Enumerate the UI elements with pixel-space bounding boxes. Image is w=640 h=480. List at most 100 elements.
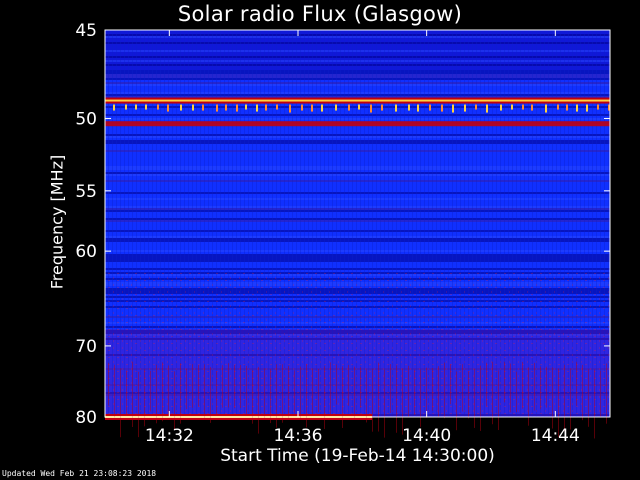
striation-mark bbox=[534, 362, 535, 411]
burst-mark bbox=[202, 104, 204, 111]
striation-mark bbox=[216, 371, 217, 414]
striation-mark bbox=[594, 369, 595, 439]
striation-mark bbox=[468, 371, 469, 419]
feature-line-1 bbox=[105, 121, 610, 127]
striation-mark bbox=[222, 365, 223, 408]
striation-mark bbox=[372, 368, 373, 432]
striation-mark bbox=[252, 369, 253, 424]
burst-mark bbox=[486, 104, 488, 113]
striation-mark bbox=[318, 368, 319, 413]
striation-mark bbox=[420, 369, 421, 427]
striation-mark bbox=[450, 364, 451, 405]
striation-mark bbox=[516, 371, 517, 413]
burst-mark bbox=[511, 104, 513, 110]
burst-mark bbox=[429, 104, 431, 111]
striation-mark bbox=[390, 364, 391, 414]
striation-mark bbox=[432, 368, 433, 411]
striation-mark bbox=[258, 366, 259, 434]
striation-mark bbox=[168, 365, 169, 415]
striation-mark bbox=[174, 371, 175, 430]
burst-mark bbox=[256, 104, 258, 112]
x-axis-label: Start Time (19-Feb-14 14:30:00) bbox=[220, 446, 495, 466]
updated-timestamp: Updated Wed Feb 21 23:08:23 2018 bbox=[2, 469, 157, 478]
burst-mark bbox=[557, 104, 559, 110]
burst-mark bbox=[265, 104, 267, 111]
striation-mark bbox=[588, 369, 589, 427]
striation-mark bbox=[234, 365, 235, 409]
burst-mark bbox=[441, 104, 443, 112]
striation-mark bbox=[354, 366, 355, 420]
striation-mark bbox=[264, 368, 265, 420]
burst-mark bbox=[157, 104, 159, 110]
burst-mark bbox=[145, 104, 147, 110]
striation-mark bbox=[444, 362, 445, 419]
striation-mark bbox=[348, 364, 349, 406]
striation-mark bbox=[336, 364, 337, 405]
striation-mark bbox=[462, 364, 463, 412]
burst-mark bbox=[289, 104, 291, 113]
striation-mark bbox=[180, 363, 181, 424]
burst-mark bbox=[408, 104, 410, 111]
burst-mark bbox=[245, 104, 247, 110]
striation-mark bbox=[522, 361, 523, 409]
striation-mark bbox=[192, 364, 193, 408]
striation-mark bbox=[378, 362, 379, 432]
striation-mark bbox=[498, 370, 499, 431]
y-axis-label: Frequency [MHz] bbox=[47, 154, 67, 290]
striation-mark bbox=[480, 365, 481, 431]
striation-mark bbox=[204, 364, 205, 420]
burst-mark bbox=[125, 104, 127, 110]
striation-mark bbox=[120, 368, 121, 438]
striation-mark bbox=[492, 361, 493, 425]
burst-mark bbox=[276, 104, 278, 110]
burst-mark bbox=[586, 104, 588, 112]
striation-mark bbox=[324, 366, 325, 429]
spectrogram-chart: 14:32 14:36 14:40 14:44 45 50 55 60 70 80 bbox=[75, 21, 611, 446]
striation-mark bbox=[576, 361, 577, 406]
striation-mark bbox=[150, 370, 151, 412]
striation-mark bbox=[366, 369, 367, 423]
striation-mark bbox=[126, 370, 127, 416]
burst-mark bbox=[236, 104, 238, 112]
striation-mark bbox=[312, 368, 313, 415]
striation-mark bbox=[570, 368, 571, 430]
striation-mark bbox=[246, 365, 247, 416]
striation-mark bbox=[600, 370, 601, 418]
burst-mark bbox=[417, 104, 419, 112]
striation-mark bbox=[228, 363, 229, 408]
striation-mark bbox=[474, 368, 475, 428]
striation-mark bbox=[108, 362, 109, 406]
striation-mark bbox=[276, 364, 277, 428]
striation-mark bbox=[360, 367, 361, 408]
burst-mark bbox=[381, 104, 383, 111]
burst-mark bbox=[475, 104, 477, 110]
burst-mark bbox=[576, 104, 578, 112]
burst-mark bbox=[464, 104, 466, 112]
y-tick-label: 55 bbox=[75, 182, 97, 202]
x-tick-label: 14:32 bbox=[145, 426, 194, 446]
striation-mark bbox=[198, 364, 199, 407]
striation-mark bbox=[186, 368, 187, 410]
heatmap-area bbox=[105, 30, 610, 417]
striation-mark bbox=[564, 364, 565, 432]
striation-mark bbox=[162, 362, 163, 422]
striation-mark bbox=[330, 362, 331, 415]
burst-mark bbox=[500, 104, 502, 111]
striation-mark bbox=[408, 365, 409, 418]
y-tick-label: 80 bbox=[75, 408, 97, 428]
striation-mark bbox=[504, 361, 505, 403]
striation-mark bbox=[414, 369, 415, 415]
x-tick-label: 14:40 bbox=[402, 426, 451, 446]
burst-mark bbox=[301, 104, 303, 111]
striation-mark bbox=[456, 371, 457, 431]
burst-mark bbox=[192, 104, 194, 111]
burst-mark bbox=[358, 104, 360, 110]
x-tick-label: 14:44 bbox=[531, 426, 580, 446]
burst-mark bbox=[335, 104, 337, 111]
burst-mark bbox=[566, 104, 568, 111]
striation-mark bbox=[294, 370, 295, 414]
striation-mark bbox=[396, 365, 397, 433]
burst-mark bbox=[321, 104, 323, 112]
striation-mark bbox=[426, 367, 427, 418]
striation-mark bbox=[270, 369, 271, 424]
